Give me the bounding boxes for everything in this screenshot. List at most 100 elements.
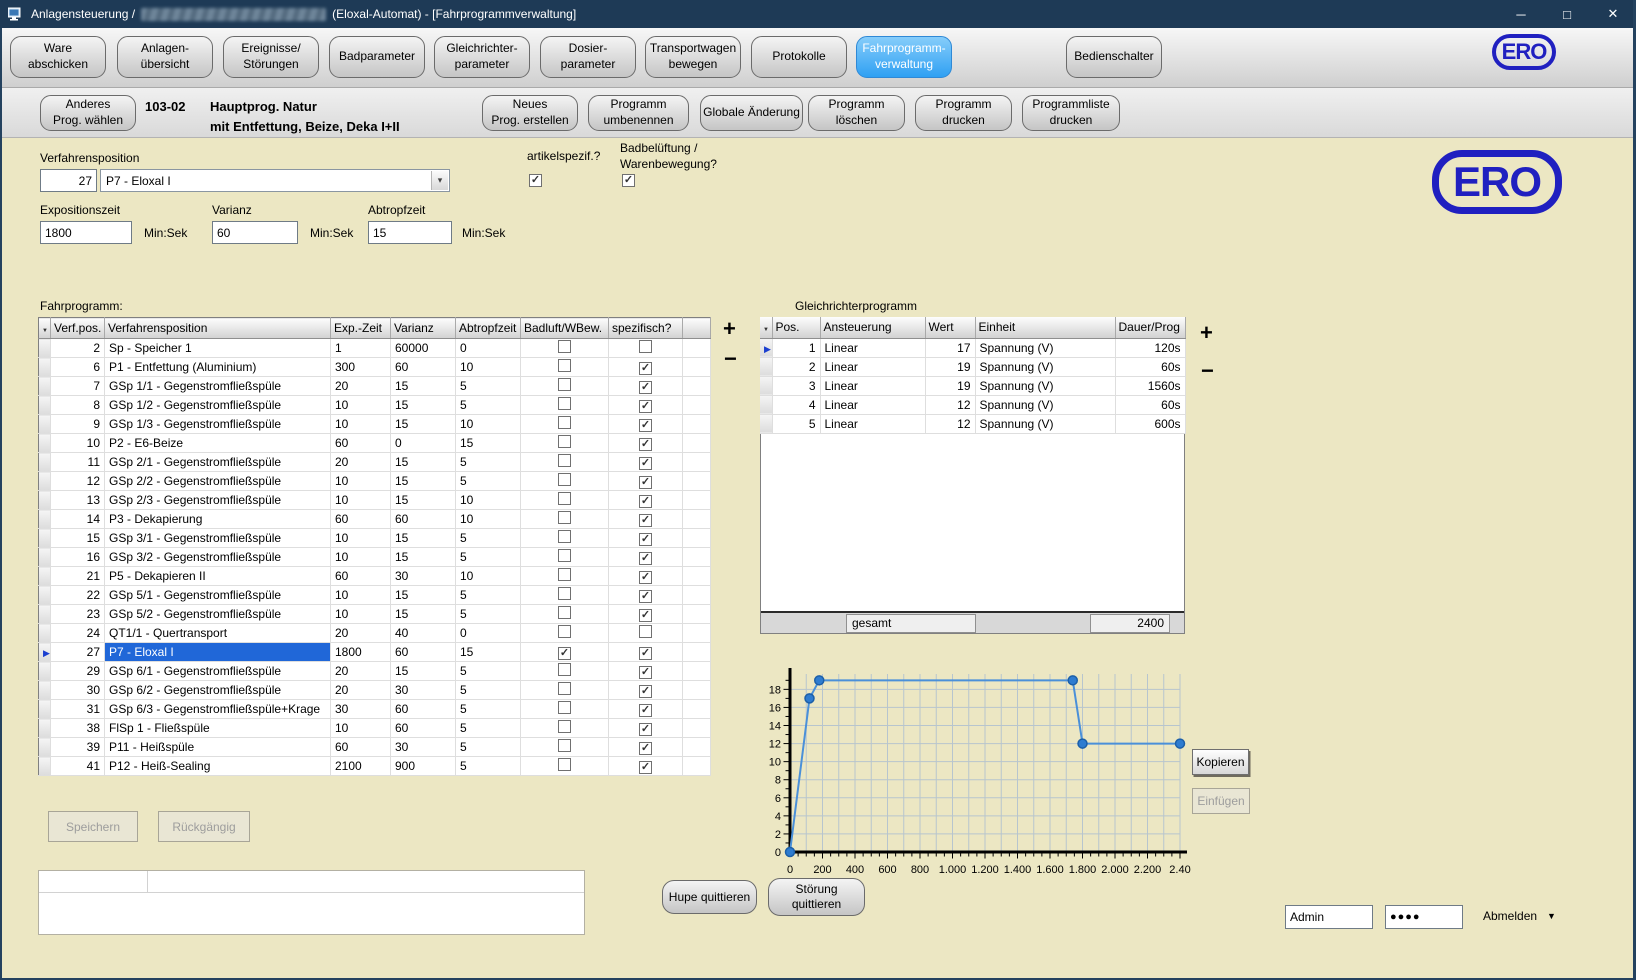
cell-varianz[interactable]: 30 — [391, 738, 456, 757]
spezifisch-checkbox[interactable]: ✓ — [639, 723, 652, 736]
cell-varianz[interactable]: 60 — [391, 719, 456, 738]
spezifisch-checkbox[interactable]: ✓ — [639, 685, 652, 698]
spezifisch-checkbox[interactable]: ✓ — [639, 495, 652, 508]
cell-exp[interactable]: 10 — [331, 415, 391, 434]
badluft-checkbox[interactable] — [558, 682, 571, 695]
spezifisch-checkbox[interactable]: ✓ — [639, 533, 652, 546]
cell-verfahrensposition[interactable]: GSp 2/3 - Gegenstromfließspüle — [105, 491, 331, 510]
cell-varianz[interactable]: 60 — [391, 510, 456, 529]
cell-dauer[interactable]: 120s — [1115, 338, 1185, 357]
cell-exp[interactable]: 20 — [331, 662, 391, 681]
cell-abtropf[interactable]: 10 — [456, 510, 521, 529]
cell-verfahrensposition[interactable]: GSp 1/2 - Gegenstromfließspüle — [105, 396, 331, 415]
cell-varianz[interactable]: 15 — [391, 377, 456, 396]
hupe-quittieren-button[interactable]: Hupe quittieren — [662, 880, 757, 914]
expositionszeit-input[interactable] — [40, 221, 132, 244]
spezifisch-checkbox[interactable] — [639, 340, 652, 353]
cell-abtropf[interactable]: 5 — [456, 529, 521, 548]
cell-abtropf[interactable]: 10 — [456, 415, 521, 434]
cell-exp[interactable]: 10 — [331, 719, 391, 738]
cell-verfpos[interactable]: 31 — [51, 700, 105, 719]
badluft-checkbox[interactable] — [558, 397, 571, 410]
nav-tab-protokolle[interactable]: Protokolle — [751, 36, 847, 78]
row-selector[interactable] — [39, 491, 51, 510]
chart-point[interactable] — [1176, 739, 1185, 748]
cell-wert[interactable]: 19 — [925, 357, 975, 376]
cell-abtropf[interactable]: 5 — [456, 586, 521, 605]
cell-pos[interactable]: 4 — [772, 395, 820, 414]
verfahrensposition-number-input[interactable] — [40, 169, 97, 192]
spezifisch-checkbox[interactable] — [639, 625, 652, 638]
cell-abtropf[interactable]: 5 — [456, 700, 521, 719]
cell-abtropf[interactable]: 5 — [456, 757, 521, 776]
cell-varianz[interactable]: 15 — [391, 396, 456, 415]
cell-wert[interactable]: 12 — [925, 395, 975, 414]
cell-verfahrensposition[interactable]: P3 - Dekapierung — [105, 510, 331, 529]
cell-verfahrensposition[interactable]: GSp 6/1 - Gegenstromfließspüle — [105, 662, 331, 681]
cell-varianz[interactable]: 30 — [391, 681, 456, 700]
badluft-checkbox[interactable] — [558, 568, 571, 581]
cell-ansteuerung[interactable]: Linear — [820, 338, 925, 357]
cell-pos[interactable]: 5 — [772, 414, 820, 433]
spezifisch-checkbox[interactable]: ✓ — [639, 419, 652, 432]
cell-abtropf[interactable]: 5 — [456, 681, 521, 700]
cell-verfahrensposition[interactable]: GSp 3/2 - Gegenstromfließspüle — [105, 548, 331, 567]
cell-verfpos[interactable]: 23 — [51, 605, 105, 624]
gleichrichter-remove-row-button[interactable]: − — [1201, 360, 1214, 382]
cell-verfahrensposition[interactable]: P7 - Eloxal I — [105, 643, 331, 662]
cell-exp[interactable]: 10 — [331, 586, 391, 605]
nav-tab-anlagen-bersicht[interactable]: Anlagen- übersicht — [117, 36, 213, 78]
chevron-down-icon[interactable]: ▾ — [431, 171, 448, 190]
cell-varianz[interactable]: 900 — [391, 757, 456, 776]
row-selector[interactable] — [760, 357, 772, 376]
cell-verfpos[interactable]: 2 — [51, 339, 105, 358]
cell-verfahrensposition[interactable]: GSp 5/2 - Gegenstromfließspüle — [105, 605, 331, 624]
chart-point[interactable] — [1078, 739, 1087, 748]
cell-varianz[interactable]: 15 — [391, 491, 456, 510]
cell-abtropf[interactable]: 0 — [456, 624, 521, 643]
row-selector[interactable] — [39, 624, 51, 643]
prog-action-globale-nderung[interactable]: Globale Änderung — [700, 95, 803, 131]
chart-point[interactable] — [1068, 676, 1077, 685]
varianz-input[interactable] — [212, 221, 298, 244]
spezifisch-checkbox[interactable]: ✓ — [639, 457, 652, 470]
abtropfzeit-input[interactable] — [368, 221, 452, 244]
cell-pos[interactable]: 2 — [772, 357, 820, 376]
cell-exp[interactable]: 20 — [331, 624, 391, 643]
cell-varianz[interactable]: 15 — [391, 605, 456, 624]
row-selector[interactable] — [760, 395, 772, 414]
row-selector[interactable] — [39, 662, 51, 681]
row-selector[interactable] — [39, 567, 51, 586]
cell-verfpos[interactable]: 41 — [51, 757, 105, 776]
cell-verfahrensposition[interactable]: GSp 2/2 - Gegenstromfließspüle — [105, 472, 331, 491]
cell-dauer[interactable]: 60s — [1115, 395, 1185, 414]
cell-verfpos[interactable]: 15 — [51, 529, 105, 548]
cell-einheit[interactable]: Spannung (V) — [975, 338, 1115, 357]
einfuegen-button[interactable]: Einfügen — [1192, 788, 1250, 814]
cell-abtropf[interactable]: 10 — [456, 567, 521, 586]
row-selector[interactable] — [39, 510, 51, 529]
cell-verfahrensposition[interactable]: QT1/1 - Quertransport — [105, 624, 331, 643]
cell-varianz[interactable]: 15 — [391, 662, 456, 681]
row-selector[interactable]: ▶ — [39, 643, 51, 662]
close-button[interactable]: ✕ — [1590, 0, 1636, 28]
fahr-remove-row-button[interactable]: − — [724, 348, 737, 370]
cell-varianz[interactable]: 30 — [391, 567, 456, 586]
cell-verfpos[interactable]: 14 — [51, 510, 105, 529]
badluft-checkbox[interactable] — [558, 549, 571, 562]
chart-point[interactable] — [805, 694, 814, 703]
row-selector[interactable] — [39, 358, 51, 377]
cell-varianz[interactable]: 15 — [391, 529, 456, 548]
cell-verfpos[interactable]: 30 — [51, 681, 105, 700]
cell-pos[interactable]: 1 — [772, 338, 820, 357]
prog-action-neues-prog-erstellen[interactable]: Neues Prog. erstellen — [482, 95, 578, 131]
cell-abtropf[interactable]: 5 — [456, 453, 521, 472]
cell-exp[interactable]: 1 — [331, 339, 391, 358]
cell-exp[interactable]: 10 — [331, 548, 391, 567]
row-selector[interactable] — [39, 472, 51, 491]
spezifisch-checkbox[interactable]: ✓ — [639, 571, 652, 584]
cell-abtropf[interactable]: 5 — [456, 719, 521, 738]
cell-verfahrensposition[interactable]: GSp 5/1 - Gegenstromfließspüle — [105, 586, 331, 605]
cell-verfpos[interactable]: 7 — [51, 377, 105, 396]
badluft-checkbox[interactable] — [558, 435, 571, 448]
